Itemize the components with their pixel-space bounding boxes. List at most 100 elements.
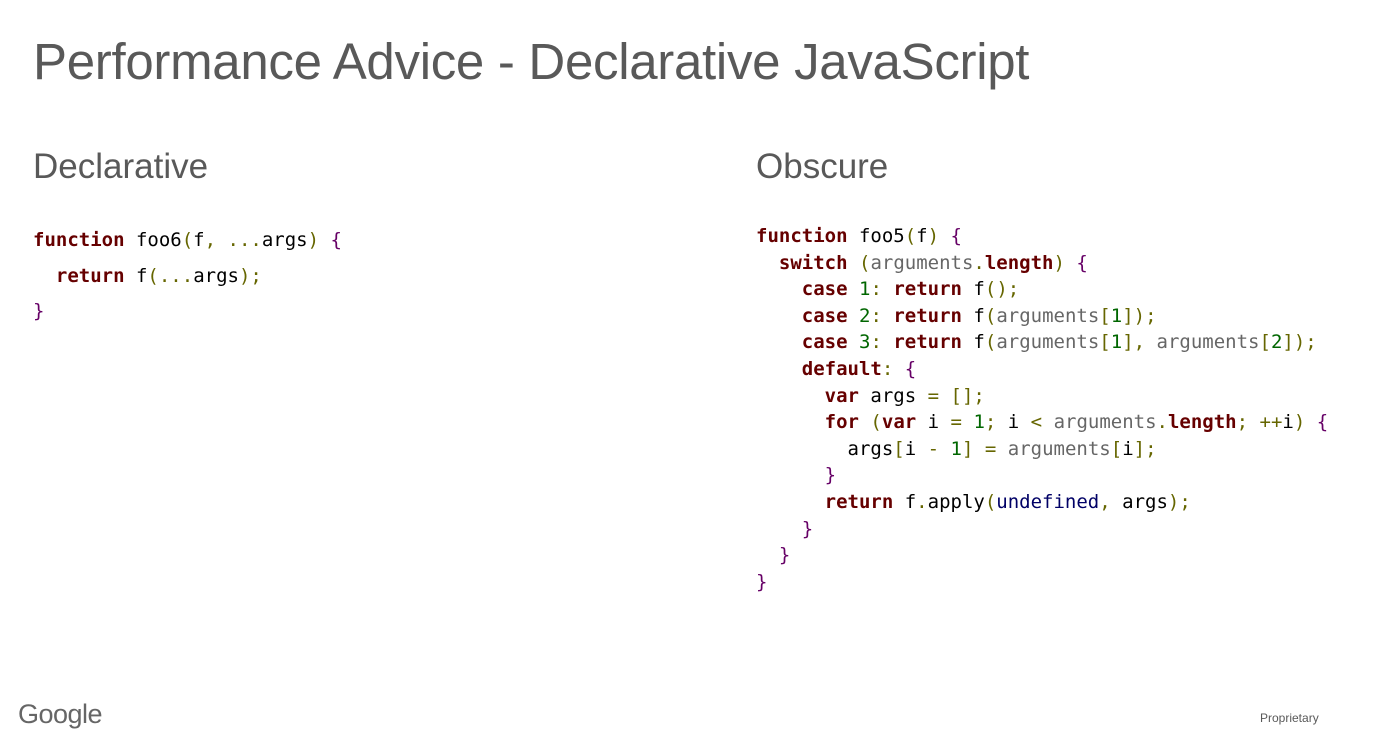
code-token: = — [927, 384, 940, 407]
slide-title: Performance Advice - Declarative JavaScr… — [33, 33, 1030, 90]
code-token: { — [1316, 411, 1329, 434]
code-token: 1 — [950, 437, 962, 460]
code-token: return — [893, 331, 962, 354]
code-token: args — [1110, 490, 1168, 513]
code-token: i — [996, 411, 1031, 434]
code-token: 1 — [1110, 304, 1123, 327]
code-line: return f(...args); — [33, 259, 342, 295]
code-token: - — [927, 437, 940, 460]
code-token: f — [893, 490, 917, 513]
declarative-column: Declarative function foo6(f, ...args) { … — [33, 145, 342, 330]
code-line: } — [33, 294, 342, 330]
code-token: [ — [1259, 331, 1271, 354]
code-line: return f.apply(undefined, args); — [756, 489, 1328, 516]
code-token: . — [973, 251, 985, 274]
code-token: ]); — [1122, 304, 1157, 327]
obscure-code-block: function foo5(f) { switch (arguments.len… — [756, 223, 1328, 595]
code-token: 2 — [1270, 331, 1283, 354]
code-token: ( — [904, 225, 917, 247]
code-line: case 2: return f(arguments[1]); — [756, 303, 1328, 330]
code-token: ) — [307, 229, 320, 251]
code-line: args[i - 1] = arguments[i]; — [756, 436, 1328, 463]
code-token: args — [261, 229, 308, 251]
code-line: default: { — [756, 356, 1328, 383]
code-token: ++ — [1259, 411, 1283, 434]
code-token: function — [756, 225, 848, 247]
code-token: } — [756, 570, 768, 593]
code-token: f — [961, 278, 985, 301]
code-token: } — [824, 464, 837, 487]
code-token: } — [778, 544, 791, 567]
code-token: 1 — [1110, 331, 1123, 354]
code-token: return — [824, 490, 894, 513]
code-token: i — [1282, 411, 1294, 434]
code-token: { — [330, 229, 342, 251]
code-token: undefined — [996, 490, 1100, 513]
code-token: [ — [1110, 437, 1123, 460]
code-token: } — [801, 517, 814, 540]
code-token: ( — [984, 331, 997, 354]
code-line: case 1: return f(); — [756, 276, 1328, 303]
code-token: foo6 — [124, 229, 182, 251]
proprietary-label: Proprietary — [1260, 711, 1319, 725]
code-line: case 3: return f(arguments[1], arguments… — [756, 329, 1328, 356]
code-token: 2 — [858, 304, 871, 327]
code-token: arguments — [996, 304, 1100, 327]
code-token: 1 — [858, 278, 871, 301]
google-logo: Google — [18, 699, 103, 729]
code-token: arguments — [870, 251, 974, 274]
code-token: { — [1076, 251, 1088, 274]
code-token: arguments — [1053, 411, 1157, 434]
code-line: function foo6(f, ...args) { — [33, 223, 342, 259]
code-token: args — [858, 384, 928, 407]
code-token: , ... — [204, 229, 262, 251]
code-token: ]); — [1282, 331, 1317, 354]
code-token: case — [801, 304, 848, 327]
code-token: ; — [984, 411, 997, 434]
code-token: 3 — [858, 331, 871, 354]
code-token: arguments — [1156, 331, 1260, 354]
code-line: } — [756, 542, 1328, 569]
code-token: length — [1167, 411, 1237, 434]
code-token: ) — [927, 225, 940, 247]
code-token: i — [916, 411, 951, 434]
declarative-code-block: function foo6(f, ...args) { return f(...… — [33, 223, 342, 330]
code-token: f — [961, 331, 985, 354]
code-token: for — [824, 411, 859, 434]
code-token: f — [916, 225, 928, 247]
code-token: [ — [1099, 331, 1111, 354]
code-token: < — [1030, 411, 1043, 434]
code-token: . — [1156, 411, 1168, 434]
code-token: { — [950, 225, 962, 247]
declarative-heading: Declarative — [33, 147, 209, 186]
code-token: ] — [961, 437, 974, 460]
code-token: return — [893, 278, 962, 301]
code-token: args — [756, 437, 894, 460]
code-token: . — [916, 490, 928, 513]
code-token: ], — [1122, 331, 1146, 354]
code-token: apply — [927, 490, 985, 513]
code-token: default — [801, 357, 882, 380]
code-token: ]; — [1133, 437, 1157, 460]
code-line: } — [756, 569, 1328, 596]
